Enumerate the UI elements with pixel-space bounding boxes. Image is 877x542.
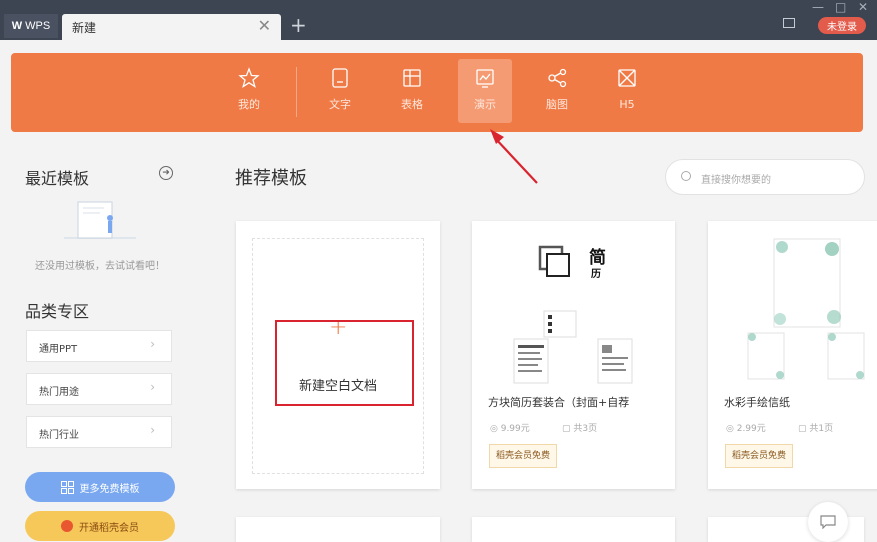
category-nav: 我的 文字 表格 演示 脑图 H5 xyxy=(11,53,863,132)
template-pages-value: 共1页 xyxy=(809,424,834,434)
category-item[interactable]: 通用PPT › xyxy=(26,330,172,362)
search-placeholder: 直接搜你想要的 xyxy=(701,175,771,186)
wps-logo-icon: W xyxy=(11,20,23,32)
recent-more-icon[interactable]: ➜ xyxy=(159,166,173,180)
vip-free-badge: 稻壳会员免费 xyxy=(489,444,558,468)
more-free-templates-button[interactable]: 更多免费模板 xyxy=(25,472,175,502)
resume-small-character: 历 xyxy=(591,269,601,280)
category-item[interactable]: 热门用途 › xyxy=(26,373,172,405)
nav-item-h5[interactable]: H5 xyxy=(600,59,654,123)
document-icon xyxy=(332,68,348,88)
table-icon xyxy=(403,69,421,87)
nav-item-presentation[interactable]: 演示 xyxy=(458,59,512,123)
nav-item-mine[interactable]: 我的 xyxy=(222,59,276,123)
annotation-highlight-box xyxy=(275,320,414,406)
app-tab[interactable]: W WPS xyxy=(4,14,58,38)
empty-state-illustration-icon xyxy=(64,201,136,239)
template-pages: ▢ 共1页 xyxy=(798,424,834,434)
nav-label-h5: H5 xyxy=(619,98,635,111)
template-name: 方块简历套装合（封面+自荐 xyxy=(488,396,630,409)
template-card[interactable]: 水彩手绘信纸 ◎ 2.99元 ▢ 共1页 稻壳会员免费 xyxy=(708,221,877,489)
recommended-templates-title: 推荐模板 xyxy=(235,168,307,189)
empty-state-text: 还没用过模板，去试试看吧！ xyxy=(35,261,165,272)
resume-thumbnail xyxy=(513,245,633,384)
chevron-right-icon: › xyxy=(150,380,155,394)
category-item-label: 热门行业 xyxy=(39,430,79,441)
template-search-input[interactable]: 直接搜你想要的 xyxy=(665,159,865,195)
nav-label-spreadsheet: 表格 xyxy=(401,98,423,111)
login-button[interactable]: 未登录 xyxy=(818,17,866,34)
template-pages-value: 共3页 xyxy=(573,424,598,434)
vip-icon xyxy=(61,520,73,532)
vip-free-badge: 稻壳会员免费 xyxy=(725,444,794,468)
chevron-right-icon: › xyxy=(150,423,155,437)
template-price: ◎ 2.99元 xyxy=(726,424,766,434)
nav-item-mindmap[interactable]: 脑图 xyxy=(530,59,584,123)
app-tab-label: WPS xyxy=(25,20,51,32)
feedback-chat-button[interactable] xyxy=(808,502,848,542)
category-item-label: 热门用途 xyxy=(39,387,79,398)
doc-tab[interactable]: 新建 ✕ xyxy=(62,14,281,40)
template-price-value: 2.99元 xyxy=(736,424,766,434)
mindmap-icon xyxy=(548,68,567,88)
add-tab-button[interactable]: + xyxy=(290,14,307,36)
template-card-partial[interactable] xyxy=(472,517,675,542)
maximize-icon[interactable]: □ xyxy=(835,0,846,14)
more-free-templates-label: 更多免费模板 xyxy=(79,483,140,495)
nav-divider xyxy=(296,67,297,117)
presentation-icon xyxy=(476,69,494,88)
template-card[interactable]: 简 历 方块简历套装合（封面+自荐 ◎ 9.99元 ▢ 共3页 稻壳会员免费 xyxy=(472,221,675,489)
template-name: 水彩手绘信纸 xyxy=(724,396,790,409)
template-price-value: 9.99元 xyxy=(500,424,530,434)
nav-label-mindmap: 脑图 xyxy=(546,98,568,111)
nav-label-writer: 文字 xyxy=(329,98,351,111)
nav-label-presentation: 演示 xyxy=(474,98,496,111)
nav-item-spreadsheet[interactable]: 表格 xyxy=(385,59,439,123)
h5-icon xyxy=(618,69,636,87)
sidebar: 最近模板 ➜ 还没用过模板，去试试看吧！ 品类专区 通用PPT › 热门用途 ›… xyxy=(0,140,200,542)
template-pages: ▢ 共3页 xyxy=(562,424,598,434)
nav-label-mine: 我的 xyxy=(238,98,260,111)
grid-icon xyxy=(60,480,74,494)
template-card-partial[interactable] xyxy=(236,517,440,542)
star-icon xyxy=(238,67,260,88)
open-vip-button[interactable]: 开通稻壳会员 xyxy=(25,511,175,541)
category-item[interactable]: 热门行业 › xyxy=(26,416,172,448)
watercolor-thumbnail xyxy=(747,238,865,380)
minimize-icon[interactable]: — xyxy=(812,0,824,14)
nav-item-writer[interactable]: 文字 xyxy=(313,59,367,123)
close-tab-icon[interactable]: ✕ xyxy=(258,16,271,35)
recent-templates-title: 最近模板 xyxy=(25,169,90,188)
category-zone-title: 品类专区 xyxy=(25,302,90,321)
chat-bubble-icon xyxy=(820,515,836,529)
template-price: ◎ 9.99元 xyxy=(490,424,530,434)
doc-tab-label: 新建 xyxy=(72,21,97,35)
device-icon[interactable] xyxy=(783,18,795,28)
chevron-right-icon: › xyxy=(150,337,155,351)
open-vip-label: 开通稻壳会员 xyxy=(79,522,139,534)
category-item-label: 通用PPT xyxy=(39,344,78,355)
search-icon xyxy=(681,171,691,181)
window-close-icon[interactable]: ✕ xyxy=(858,0,868,14)
title-bar: W WPS 新建 ✕ + — □ ✕ 未登录 xyxy=(0,0,877,40)
annotation-arrow-icon xyxy=(490,129,538,184)
